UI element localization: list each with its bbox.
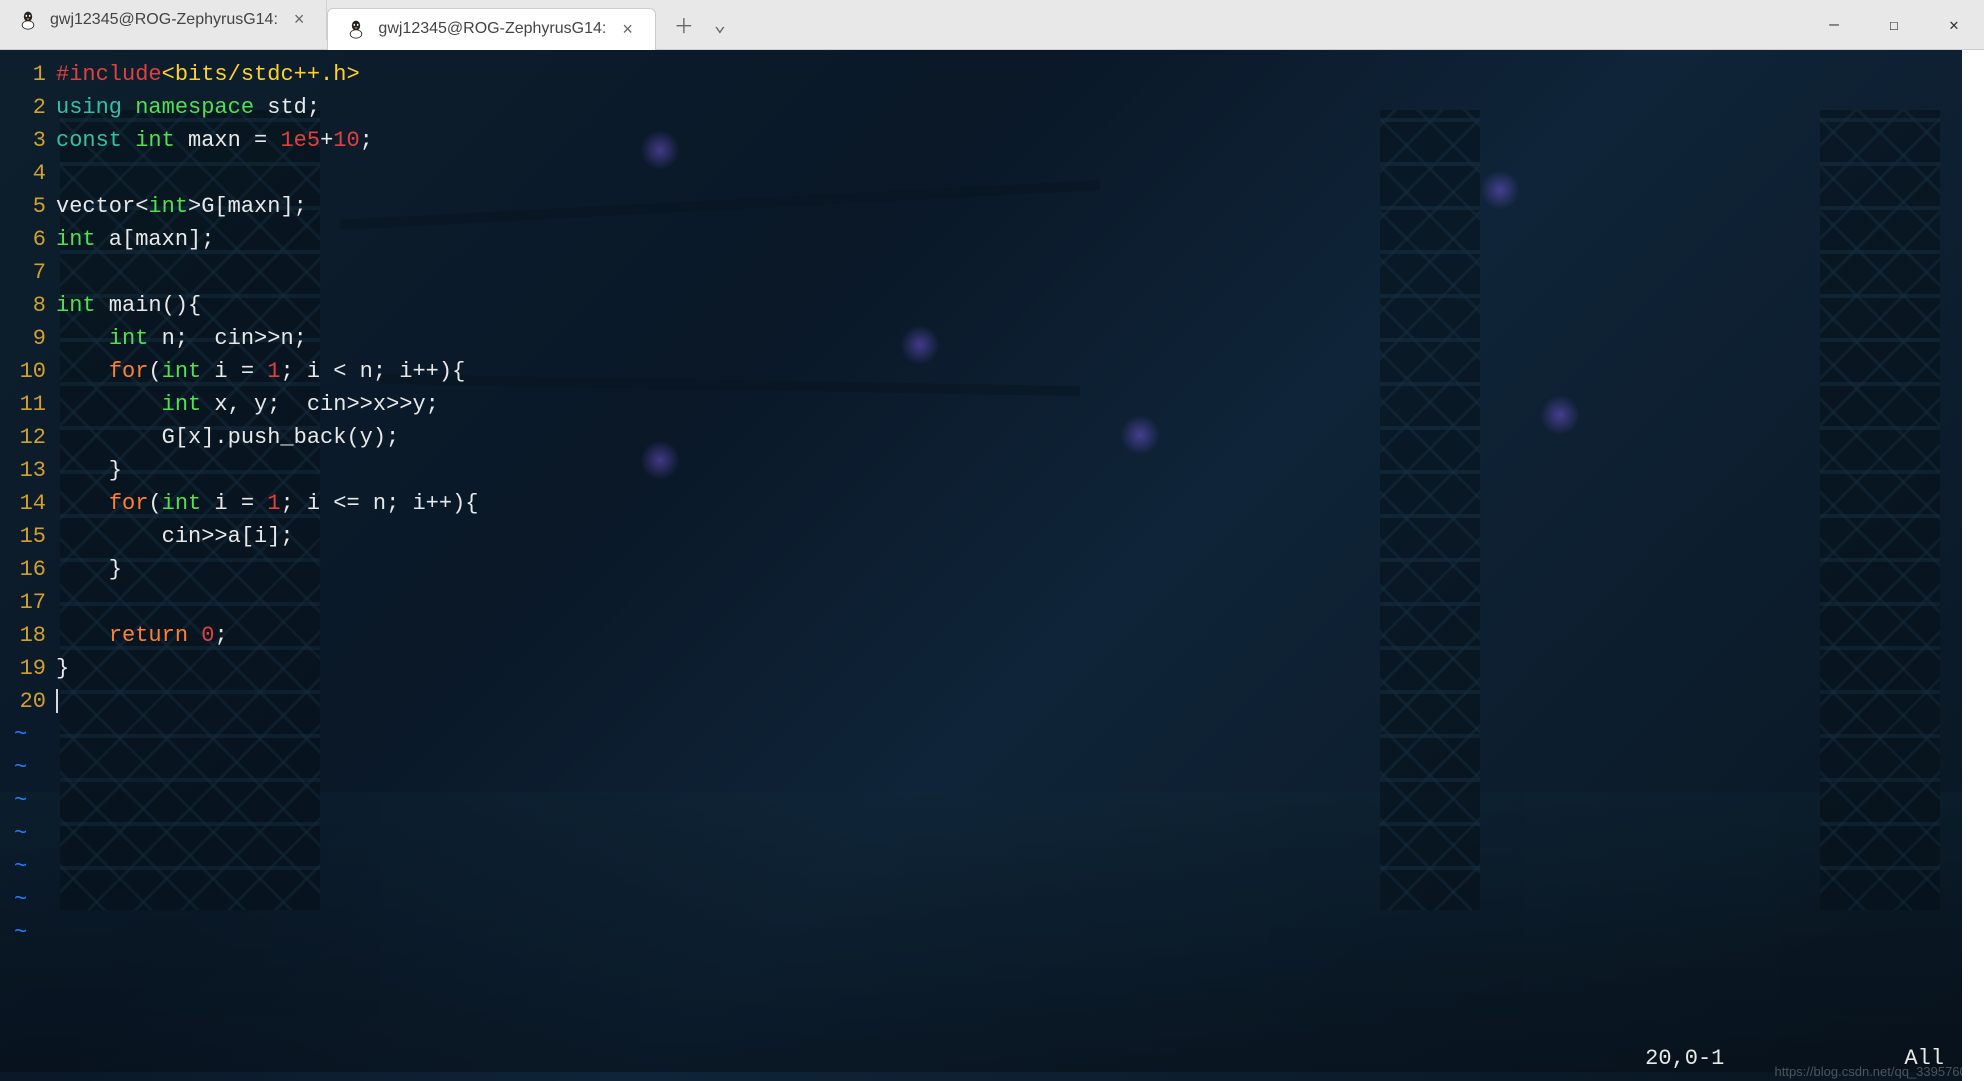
tab-dropdown-button[interactable]: ⌄: [714, 12, 726, 38]
terminal-tab[interactable]: gwj12345@ROG-ZephyrusG14: ×: [0, 0, 327, 40]
line-number: 13: [0, 454, 56, 487]
code-line[interactable]: 9 int n; cin>>n;: [0, 322, 1984, 355]
code-line[interactable]: 7: [0, 256, 1984, 289]
line-number: 15: [0, 520, 56, 553]
empty-line-tilde: ~: [0, 850, 1984, 883]
line-number: 2: [0, 91, 56, 124]
editor-area[interactable]: 1#include<bits/stdc++.h>2using namespace…: [0, 50, 1984, 1081]
new-tab-button[interactable]: ＋: [674, 10, 694, 40]
line-number: 14: [0, 487, 56, 520]
line-number: 17: [0, 586, 56, 619]
code-content[interactable]: int x, y; cin>>x>>y;: [56, 388, 439, 421]
text-cursor: [56, 689, 58, 713]
code-line[interactable]: 17: [0, 586, 1984, 619]
line-number: 9: [0, 322, 56, 355]
line-number: 20: [0, 685, 56, 718]
code-line[interactable]: 20: [0, 685, 1984, 718]
code-content[interactable]: cin>>a[i];: [56, 520, 294, 553]
line-number: 6: [0, 223, 56, 256]
line-number: 3: [0, 124, 56, 157]
code-content[interactable]: for(int i = 1; i <= n; i++){: [56, 487, 479, 520]
vim-status-line: 20,0-1 All: [0, 1046, 1984, 1071]
code-content[interactable]: }: [56, 652, 69, 685]
code-content[interactable]: const int maxn = 1e5+10;: [56, 124, 373, 157]
line-number: 10: [0, 355, 56, 388]
code-content[interactable]: #include<bits/stdc++.h>: [56, 58, 360, 91]
line-number: 8: [0, 289, 56, 322]
code-line[interactable]: 18 return 0;: [0, 619, 1984, 652]
close-button[interactable]: ✕: [1924, 0, 1984, 49]
code-content[interactable]: [56, 685, 58, 718]
tab-title: gwj12345@ROG-ZephyrusG14:: [50, 11, 278, 29]
code-line[interactable]: 10 for(int i = 1; i < n; i++){: [0, 355, 1984, 388]
empty-line-tilde: ~: [0, 916, 1984, 949]
tab-close-button[interactable]: ×: [290, 9, 309, 30]
code-line[interactable]: 12 G[x].push_back(y);: [0, 421, 1984, 454]
empty-line-tilde: ~: [0, 784, 1984, 817]
code-line[interactable]: 5vector<int>G[maxn];: [0, 190, 1984, 223]
empty-line-tilde: ~: [0, 718, 1984, 751]
line-number: 12: [0, 421, 56, 454]
empty-line-tilde: ~: [0, 883, 1984, 916]
empty-line-tilde: ~: [0, 817, 1984, 850]
code-content[interactable]: int a[maxn];: [56, 223, 214, 256]
code-line[interactable]: 15 cin>>a[i];: [0, 520, 1984, 553]
terminal-tab[interactable]: gwj12345@ROG-ZephyrusG14: ×: [327, 8, 655, 50]
tux-icon: [18, 10, 38, 30]
code-content[interactable]: int n; cin>>n;: [56, 322, 307, 355]
code-line[interactable]: 2using namespace std;: [0, 91, 1984, 124]
cursor-position: 20,0-1: [1645, 1046, 1724, 1071]
vertical-scrollbar[interactable]: [1962, 50, 1984, 1081]
titlebar: gwj12345@ROG-ZephyrusG14:×gwj12345@ROG-Z…: [0, 0, 1984, 50]
code-line[interactable]: 8int main(){: [0, 289, 1984, 322]
code-content[interactable]: for(int i = 1; i < n; i++){: [56, 355, 465, 388]
maximize-button[interactable]: ☐: [1864, 0, 1924, 49]
code-line[interactable]: 16 }: [0, 553, 1984, 586]
tux-icon: [346, 19, 366, 39]
line-number: 5: [0, 190, 56, 223]
code-content[interactable]: int main(){: [56, 289, 201, 322]
empty-line-tilde: ~: [0, 751, 1984, 784]
line-number: 16: [0, 553, 56, 586]
tab-close-button[interactable]: ×: [618, 19, 637, 40]
code-content[interactable]: using namespace std;: [56, 91, 320, 124]
code-line[interactable]: 13 }: [0, 454, 1984, 487]
code-layer[interactable]: 1#include<bits/stdc++.h>2using namespace…: [0, 50, 1984, 949]
code-content[interactable]: vector<int>G[maxn];: [56, 190, 307, 223]
line-number: 11: [0, 388, 56, 421]
line-number: 18: [0, 619, 56, 652]
tab-title: gwj12345@ROG-ZephyrusG14:: [378, 20, 606, 38]
line-number: 7: [0, 256, 56, 289]
code-line[interactable]: 14 for(int i = 1; i <= n; i++){: [0, 487, 1984, 520]
code-line[interactable]: 11 int x, y; cin>>x>>y;: [0, 388, 1984, 421]
line-number: 1: [0, 58, 56, 91]
code-content[interactable]: }: [56, 454, 122, 487]
line-number: 4: [0, 157, 56, 190]
code-line[interactable]: 3const int maxn = 1e5+10;: [0, 124, 1984, 157]
watermark: https://blog.csdn.net/qq_33957603: [1775, 1064, 1975, 1079]
code-line[interactable]: 4: [0, 157, 1984, 190]
minimize-button[interactable]: —: [1804, 0, 1864, 49]
code-line[interactable]: 19}: [0, 652, 1984, 685]
code-content[interactable]: G[x].push_back(y);: [56, 421, 399, 454]
line-number: 19: [0, 652, 56, 685]
code-content[interactable]: }: [56, 553, 122, 586]
window-controls: — ☐ ✕: [1804, 0, 1984, 49]
code-content[interactable]: return 0;: [56, 619, 228, 652]
code-line[interactable]: 1#include<bits/stdc++.h>: [0, 58, 1984, 91]
tab-actions: ＋ ⌄: [656, 10, 726, 40]
code-line[interactable]: 6int a[maxn];: [0, 223, 1984, 256]
